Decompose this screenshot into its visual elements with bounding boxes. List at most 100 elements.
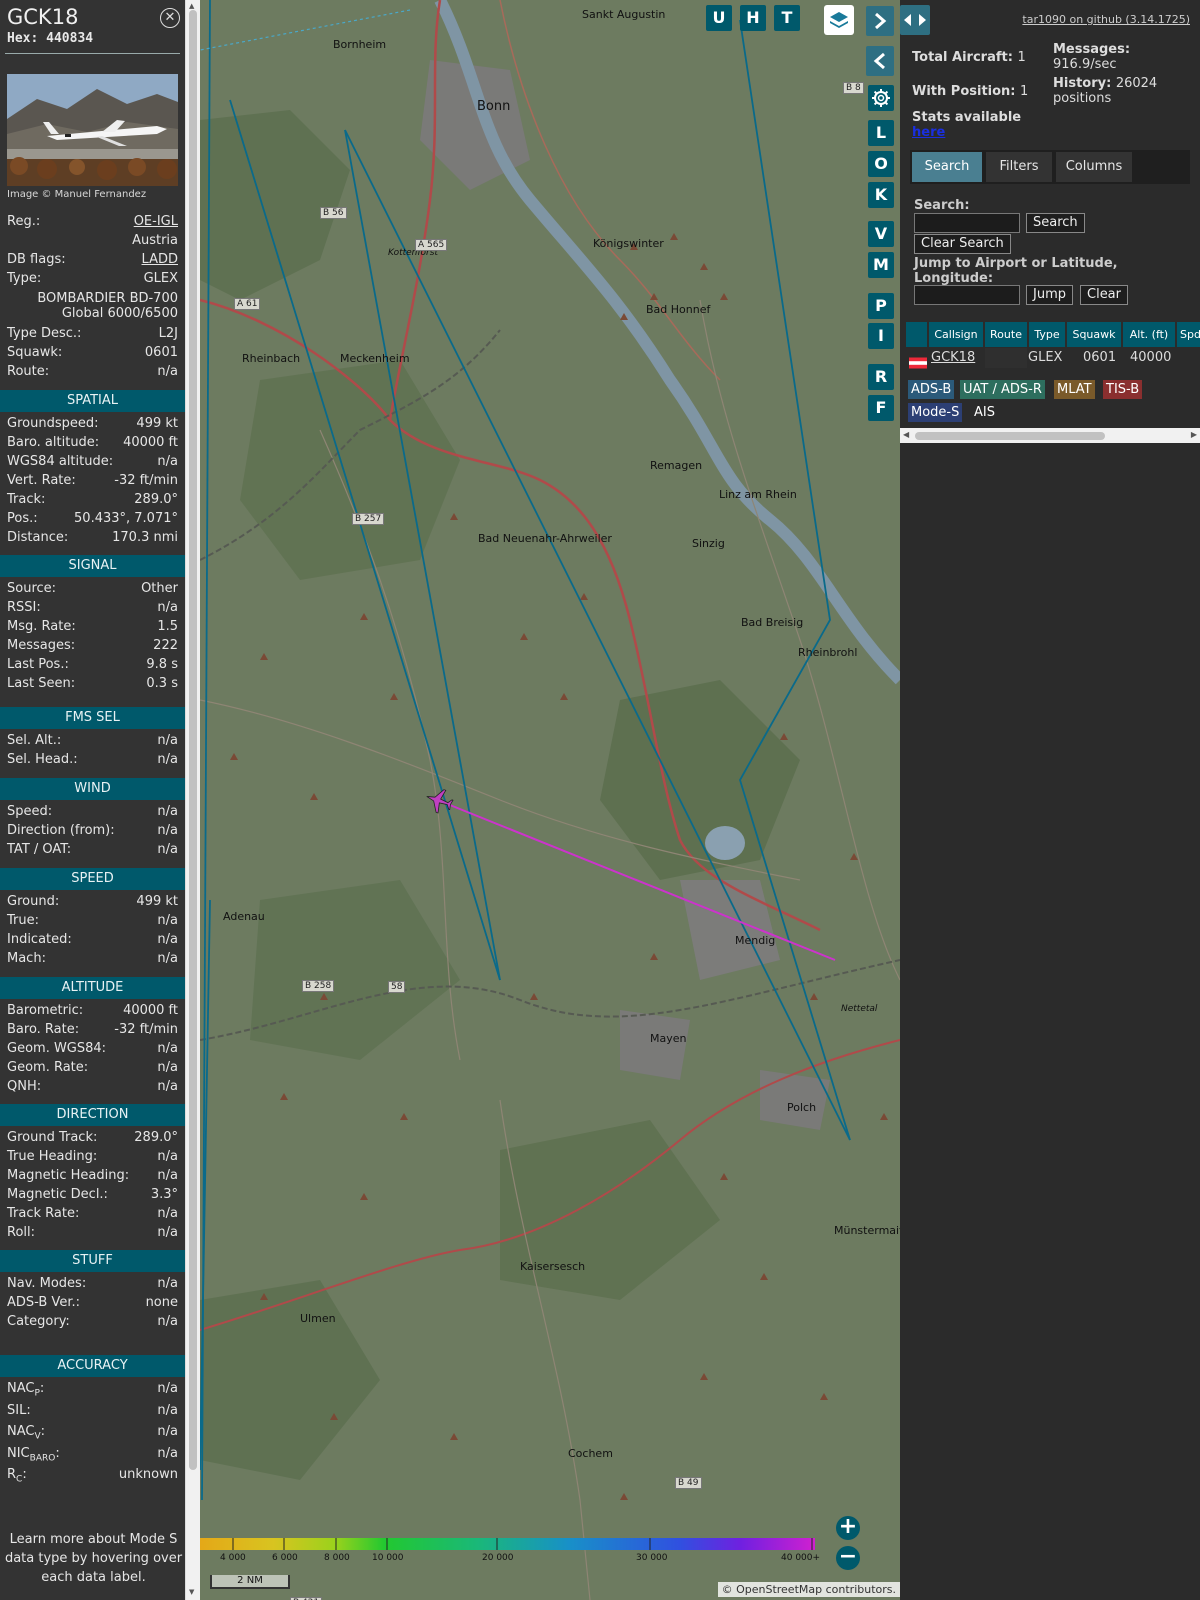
search-button[interactable]: Search xyxy=(1026,213,1085,233)
scroll-down-arrow-icon[interactable]: ▼ xyxy=(189,1588,194,1596)
aircraft-photo[interactable] xyxy=(7,74,178,186)
signal-row: Messages: 222 xyxy=(7,638,178,657)
stats-available: Stats available here xyxy=(912,110,1022,140)
field-value: n/a xyxy=(157,1041,178,1056)
col-route[interactable]: Route xyxy=(985,322,1027,347)
section-header-speed[interactable]: SPEED xyxy=(0,868,185,890)
stuff-row: Category: n/a xyxy=(7,1314,178,1333)
stats-link[interactable]: here xyxy=(912,125,1021,140)
spatial-row: Baro. altitude: 40000 ft xyxy=(7,435,178,454)
tab-search[interactable]: Search xyxy=(912,152,982,182)
field-label: TAT / OAT: xyxy=(7,842,72,857)
field-label: Baro. Rate: xyxy=(7,1022,80,1037)
map-attribution: © OpenStreetMap contributors. xyxy=(717,1582,900,1597)
map-button-o[interactable]: O xyxy=(868,151,894,177)
github-link[interactable]: tar1090 on github (3.14.1725) xyxy=(1022,13,1190,26)
field-value: n/a xyxy=(157,823,178,838)
map-button-h[interactable]: H xyxy=(740,5,766,31)
map-button-p[interactable]: P xyxy=(868,293,894,319)
scrollbar-thumb[interactable] xyxy=(189,10,197,1470)
osm-link[interactable]: OpenStreetMap xyxy=(736,1583,822,1596)
place-label: Rheinbrohl xyxy=(798,646,858,659)
settings-button[interactable] xyxy=(868,85,894,111)
total-aircraft: Total Aircraft: 1 xyxy=(912,50,1026,65)
map-button-i[interactable]: I xyxy=(868,323,894,349)
registration-link[interactable]: OE-IGL xyxy=(134,214,178,229)
field-label: WGS84 altitude: xyxy=(7,454,114,469)
field-label: QNH: xyxy=(7,1079,42,1094)
field-value: n/a xyxy=(157,600,178,615)
field-value: n/a xyxy=(157,1225,178,1240)
messages-stat: Messages: 916.9/sec xyxy=(1053,42,1131,72)
altitude-tick: 4 000 xyxy=(220,1553,246,1563)
jump-input[interactable] xyxy=(914,285,1020,305)
table-horizontal-scrollbar[interactable]: ◀ ▶ xyxy=(900,428,1200,443)
section-header-wind[interactable]: WIND xyxy=(0,778,185,800)
wind-row: Direction (from): n/a xyxy=(7,823,178,842)
map-button-u[interactable]: U xyxy=(706,5,732,31)
accuracy-row: SIL: n/a xyxy=(7,1403,178,1422)
toggle-sidebar-button[interactable] xyxy=(900,5,930,35)
expand-right-button[interactable] xyxy=(866,6,894,36)
col-flag xyxy=(906,322,927,347)
spatial-row: Vert. Rate: -32 ft/min xyxy=(7,473,178,492)
dbflags-link[interactable]: LADD xyxy=(142,252,178,267)
tab-filters[interactable]: Filters xyxy=(986,152,1052,182)
map-button-r[interactable]: R xyxy=(868,364,894,390)
map-button-f[interactable]: F xyxy=(868,395,894,421)
zoom-out-button[interactable]: − xyxy=(836,1546,860,1570)
section-header-stuff[interactable]: STUFF xyxy=(0,1250,185,1272)
field-value: 289.0° xyxy=(134,1130,178,1145)
field-label: Sel. Alt.: xyxy=(7,733,62,748)
field-label: Distance: xyxy=(7,530,69,545)
accuracy-row: RC: unknown xyxy=(7,1467,178,1486)
section-header-direction[interactable]: DIRECTION xyxy=(0,1104,185,1126)
section-header-spatial[interactable]: SPATIAL xyxy=(0,390,185,412)
search-input[interactable] xyxy=(914,213,1020,233)
map-view[interactable]: Sankt Augustin Bornheim Bonn Königswinter Ba… xyxy=(200,0,900,1600)
austria-flag-icon xyxy=(909,357,927,369)
collapse-left-button[interactable] xyxy=(866,46,894,76)
place-label: Königswinter xyxy=(593,237,664,250)
map-button-t[interactable]: T xyxy=(774,5,800,31)
road-label: B 257 xyxy=(352,513,385,525)
place-label: Nettetal xyxy=(841,1004,878,1014)
col-altitude[interactable]: Alt. (ft) xyxy=(1123,322,1175,347)
accuracy-row: NICBARO: n/a xyxy=(7,1446,178,1465)
clear-search-button[interactable]: Clear Search xyxy=(914,234,1011,254)
col-callsign[interactable]: Callsign xyxy=(929,322,983,347)
signal-row: RSSI: n/a xyxy=(7,600,178,619)
road-label: A 61 xyxy=(234,298,261,310)
col-squawk[interactable]: Squawk xyxy=(1067,322,1121,347)
map-button-v[interactable]: V xyxy=(868,221,894,247)
tab-columns[interactable]: Columns xyxy=(1056,152,1132,182)
with-position: With Position: 1 xyxy=(912,84,1029,99)
clear-jump-button[interactable]: Clear xyxy=(1080,285,1128,305)
signal-row: Last Seen: 0.3 s xyxy=(7,676,178,695)
source-badge: AIS xyxy=(971,403,998,422)
map-button-k[interactable]: K xyxy=(868,182,894,208)
field-label: Roll: xyxy=(7,1225,36,1240)
row-callsign[interactable]: GCK18 xyxy=(931,348,975,368)
info-panel-scrollbar[interactable]: ▲ ▼ xyxy=(185,0,200,1600)
map-button-m[interactable]: M xyxy=(868,252,894,278)
jump-button[interactable]: Jump xyxy=(1026,285,1073,305)
section-header-accuracy[interactable]: ACCURACY xyxy=(0,1355,185,1377)
section-header-signal[interactable]: SIGNAL xyxy=(0,555,185,577)
section-header-altitude[interactable]: ALTITUDE xyxy=(0,977,185,999)
field-label: Magnetic Decl.: xyxy=(7,1187,108,1202)
field-label: Category: xyxy=(7,1314,70,1329)
close-icon[interactable]: ✕ xyxy=(160,8,180,28)
col-speed[interactable]: Spd. xyxy=(1177,322,1200,347)
altitude-row: Baro. Rate: -32 ft/min xyxy=(7,1022,178,1041)
zoom-in-button[interactable]: + xyxy=(836,1516,860,1540)
scroll-up-arrow-icon[interactable]: ▲ xyxy=(189,2,194,10)
field-value: 222 xyxy=(153,638,178,653)
type-code: GLEX xyxy=(143,271,178,286)
place-label: Polch xyxy=(787,1101,817,1114)
layers-button[interactable] xyxy=(824,5,854,35)
section-header-fms[interactable]: FMS SEL xyxy=(0,707,185,729)
map-button-l[interactable]: L xyxy=(868,120,894,146)
field-label: NICBARO: xyxy=(7,1445,60,1464)
col-type[interactable]: Type xyxy=(1029,322,1065,347)
